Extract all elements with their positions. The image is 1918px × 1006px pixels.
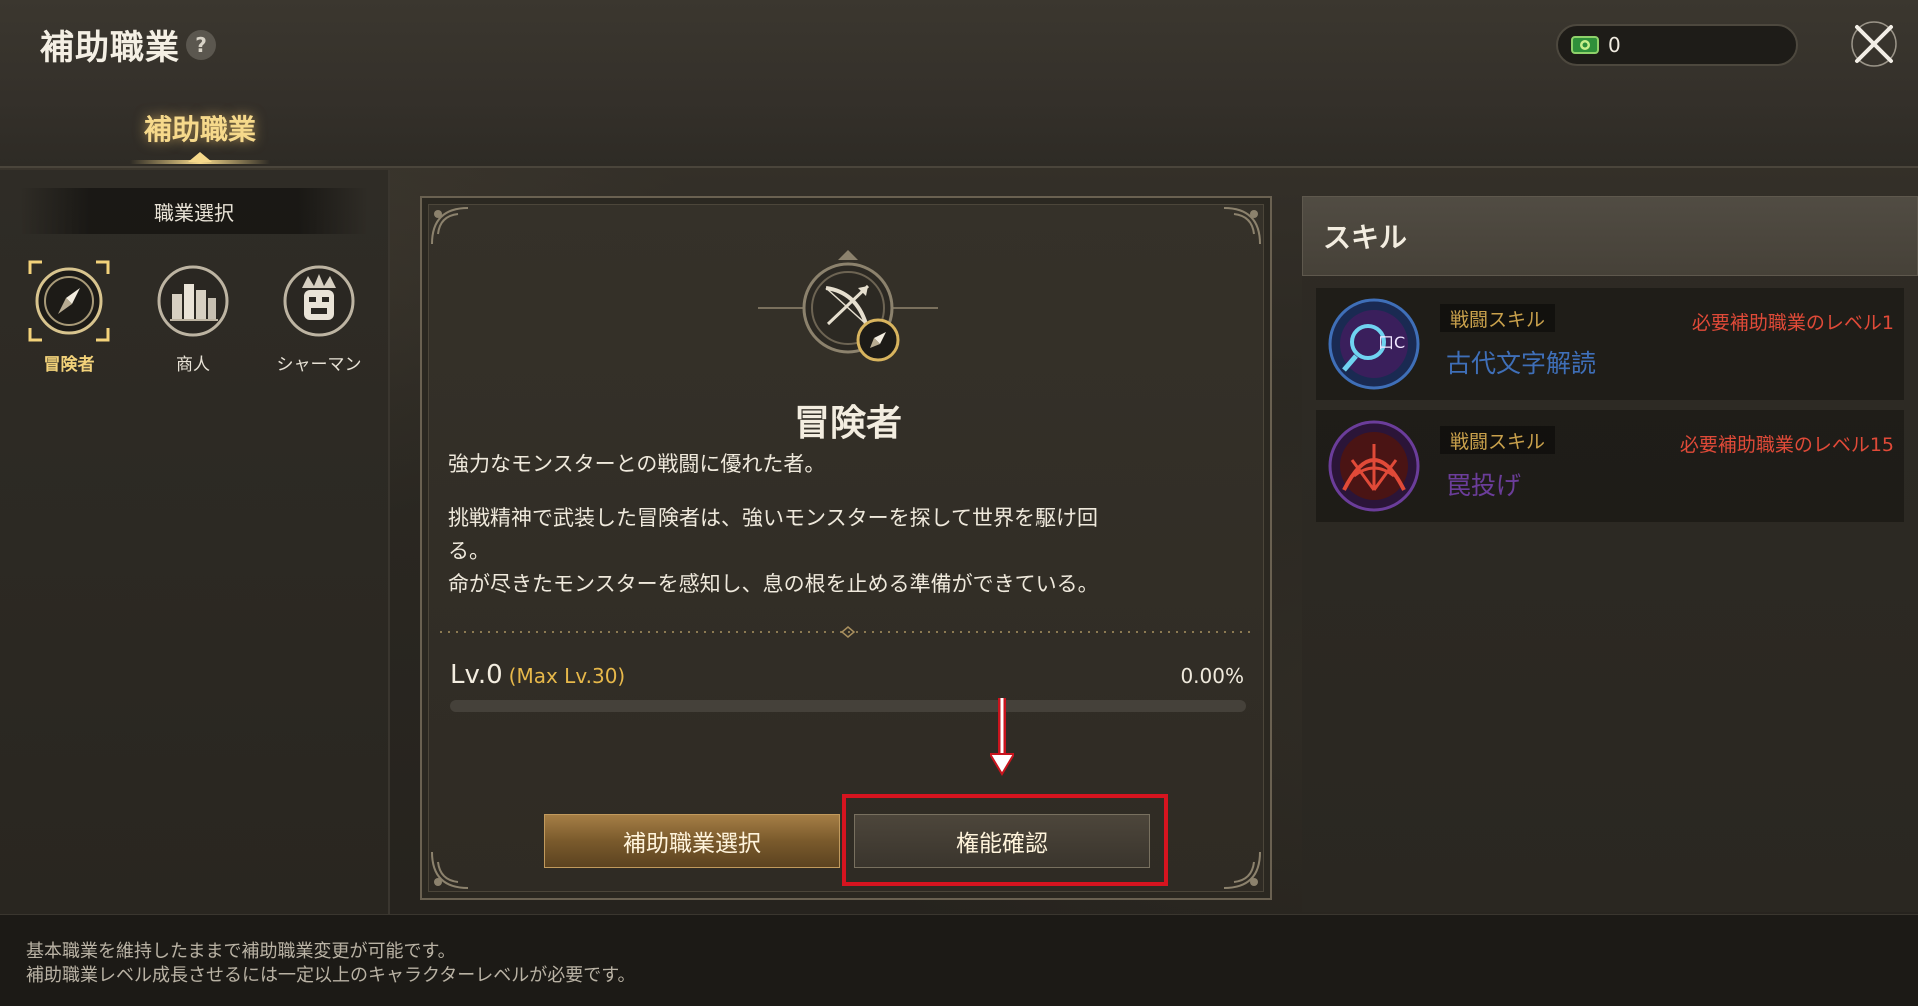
- job-summary: 強力なモンスターとの戦闘に優れた者。: [448, 452, 826, 476]
- page: 補助職業 ? 0 補助職業 職業選択 冒険者 商人 シャーマン 冒険者 強力なモ…: [0, 0, 1918, 1006]
- corner-ornament: [431, 207, 469, 245]
- svg-text:口C: 口C: [1378, 333, 1405, 352]
- compass-icon: [28, 260, 110, 342]
- job-label: シャーマン: [276, 355, 362, 375]
- footer-line: 基本職業を維持したままで補助職業変更が可能です。: [26, 941, 456, 962]
- job-sidebar: 職業選択 冒険者 商人 シャーマン: [0, 170, 390, 914]
- skills-header: スキル: [1302, 196, 1918, 276]
- sidebar-header: 職業選択: [20, 188, 368, 234]
- select-sub-job-button[interactable]: 補助職業選択: [544, 814, 840, 868]
- job-description: 挑戦精神で武装した冒険者は、強いモンスターを探して世界を駆け回 る。 命が尽きた…: [448, 502, 1248, 601]
- level-label: Lv.0: [450, 660, 503, 690]
- job-description-line: 挑戦精神で武装した冒険者は、強いモンスターを探して世界を駆け回: [448, 506, 1098, 530]
- progress-percent: 0.00%: [1180, 664, 1244, 688]
- skill-name: 古代文字解読: [1446, 349, 1597, 378]
- page-title: 補助職業: [40, 28, 180, 68]
- ornament-divider: [440, 626, 1256, 638]
- job-label: 冒険者: [43, 355, 95, 375]
- help-icon[interactable]: ?: [186, 30, 216, 60]
- corner-ornament: [1223, 207, 1261, 245]
- skill-type-badge: 戦闘スキル: [1440, 304, 1556, 332]
- trap-net-icon: [1328, 420, 1420, 512]
- close-x-icon: [1851, 21, 1897, 67]
- job-item-merchant[interactable]: 商人: [138, 260, 248, 380]
- arrow-down-icon: [990, 698, 1014, 776]
- skill-name: 罠投げ: [1446, 471, 1522, 500]
- ancient-script-icon: 口C: [1328, 298, 1420, 390]
- job-name: 冒険者: [793, 403, 902, 444]
- bow-emblem-icon: [758, 250, 938, 362]
- check-abilities-button[interactable]: 権能確認: [854, 814, 1150, 868]
- tab-sub-job-label: 補助職業: [143, 113, 256, 146]
- green-ticket-icon: [1571, 36, 1599, 54]
- level-progress-bar: [450, 700, 1246, 712]
- job-item-shaman[interactable]: シャーマン: [264, 260, 374, 380]
- skills-panel: スキル 口C 戦闘スキル 必要補助職業のレベル1 古代文字解読 戦闘スキル 必要…: [1302, 196, 1918, 912]
- skill-row[interactable]: 戦闘スキル 必要補助職業のレベル15 罠投げ: [1316, 410, 1904, 522]
- skill-row[interactable]: 口C 戦闘スキル 必要補助職業のレベル1 古代文字解読: [1316, 288, 1904, 400]
- job-description-line: る。: [448, 539, 490, 563]
- max-level-label: (Max Lv.30): [508, 664, 626, 688]
- top-header: 補助職業 ? 0 補助職業: [0, 0, 1918, 168]
- corner-ornament: [431, 851, 469, 889]
- level-row: Lv.0 (Max Lv.30) 0.00%: [450, 660, 1244, 692]
- coins-icon: [157, 265, 229, 337]
- footer-line: 補助職業レベル成長させるには一定以上のキャラクターレベルが必要です。: [26, 965, 636, 986]
- corner-ornament: [1223, 851, 1261, 889]
- skill-requirement: 必要補助職業のレベル15: [1679, 434, 1894, 456]
- job-description-line: 命が尽きたモンスターを感知し、息の根を止める準備ができている。: [448, 572, 1099, 596]
- skill-requirement: 必要補助職業のレベル1: [1691, 312, 1894, 334]
- currency-value: 0: [1608, 33, 1621, 57]
- job-item-adventurer[interactable]: 冒険者: [14, 260, 124, 380]
- tab-sub-job[interactable]: 補助職業: [120, 108, 280, 164]
- skill-type-badge: 戦闘スキル: [1440, 426, 1556, 454]
- job-label: 商人: [176, 355, 210, 375]
- footer-info: 基本職業を維持したままで補助職業変更が可能です。 補助職業レベル成長させるには一…: [0, 914, 1918, 1006]
- currency-display: 0: [1556, 24, 1798, 66]
- job-detail-panel: 冒険者 強力なモンスターとの戦闘に優れた者。 挑戦精神で武装した冒険者は、強いモ…: [420, 196, 1272, 900]
- tab-caret: [188, 152, 212, 162]
- close-button[interactable]: [1846, 16, 1902, 72]
- mask-icon: [283, 265, 355, 337]
